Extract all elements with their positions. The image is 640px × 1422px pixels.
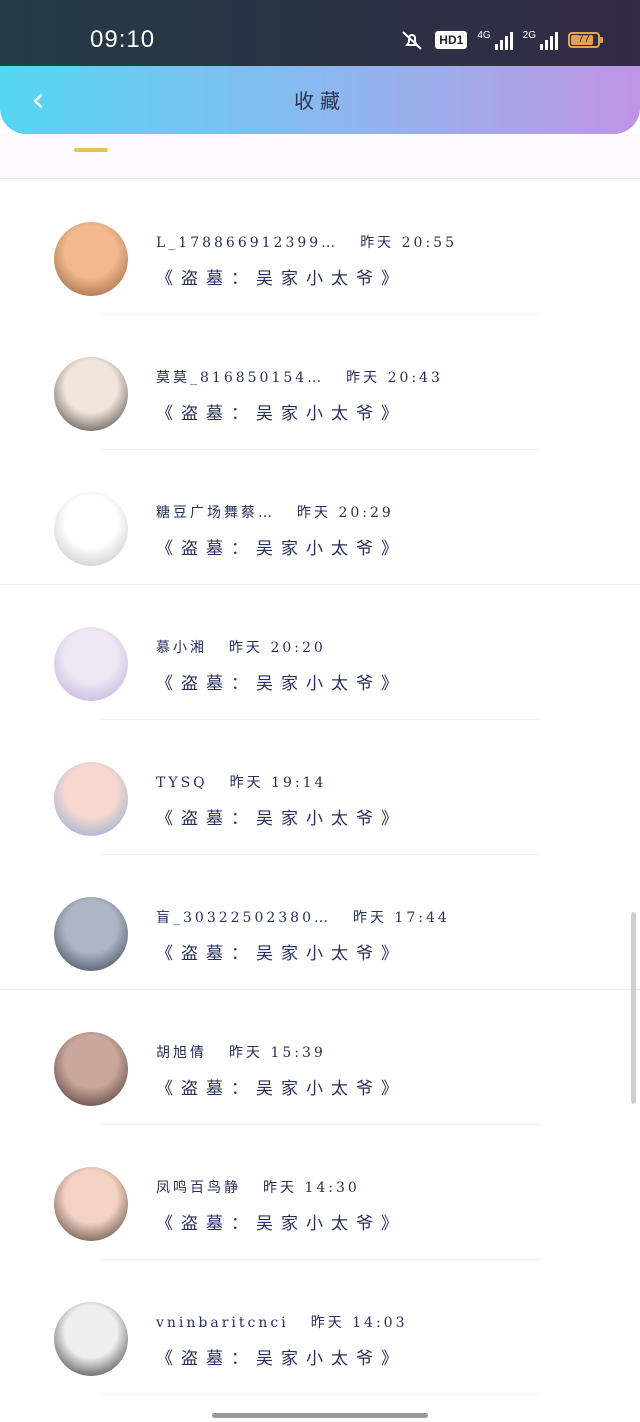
book-title: 《盗墓：吴家小太爷》 [156,539,406,559]
timestamp: 昨天 15:39 [229,1045,326,1061]
signal-icon-1: 4G [477,30,513,50]
scrollbar[interactable] [631,912,636,1104]
timestamp: 昨天 14:30 [263,1180,360,1196]
timestamp: 昨天 17:44 [352,910,450,926]
item-meta: 莫莫_816850154… 昨天 20:43 [156,367,443,387]
list-item[interactable]: L_17886691​2399… 昨天 20:55 《盗墓：吴家小太爷》 [0,180,640,315]
list-item[interactable]: 糖豆广场舞蔡… 昨天 20:29 《盗墓：吴家小太爷》 [0,450,640,585]
user-name: vninbaritcnci [156,1315,289,1331]
book-title: 《盗墓：吴家小太爷》 [156,1214,406,1234]
avatar[interactable] [54,222,128,296]
home-indicator[interactable] [212,1413,428,1418]
book-title: 《盗墓：吴家小太爷》 [156,1079,406,1099]
timestamp: 昨天 20:29 [297,505,394,521]
list-item[interactable]: 胡旭倩 昨天 15:39 《盗墓：吴家小太爷》 [0,990,640,1125]
book-title: 《盗墓：吴家小太爷》 [156,269,406,289]
status-icons: HD1 4G 2G 77 [399,28,603,52]
user-name: 盲_30322502380… [156,910,331,926]
item-meta: 慕小湘 昨天 20:20 [156,637,326,657]
header-bar: ‹ 收藏 [0,66,640,134]
mute-bell-icon [402,31,422,50]
timestamp: 昨天 14:03 [310,1315,408,1331]
signal-icon-2: 2G [523,30,558,50]
user-name: TYSQ [156,775,208,791]
item-meta: 凤鸣百鸟静 昨天 14:30 [156,1177,360,1197]
user-name: 莫莫_816850154… [156,370,325,386]
favorites-list: L_17886691​2399… 昨天 20:55 《盗墓：吴家小太爷》 莫莫_816… [0,180,640,1395]
timestamp: 昨天 19:14 [229,775,327,791]
item-meta: 糖豆广场舞蔡… 昨天 20:29 [156,502,394,522]
status-time: 09:10 [90,26,156,53]
item-meta: 盲_30322502380… 昨天 17:44 [156,907,450,927]
avatar[interactable] [54,627,128,701]
list-item[interactable]: 凤鸣百鸟静 昨天 14:30 《盗墓：吴家小太爷》 [0,1125,640,1260]
page-title: 收藏 [294,89,346,113]
item-meta: 胡旭倩 昨天 15:39 [156,1042,326,1062]
list-item[interactable]: vninbaritcnci 昨天 14:03 《盗墓：吴家小太爷》 [0,1260,640,1395]
battery-level: 77 [577,33,591,45]
book-title: 《盗墓：吴家小太爷》 [156,404,406,424]
list-item[interactable]: 慕小湘 昨天 20:20 《盗墓：吴家小太爷》 [0,585,640,720]
book-title: 《盗墓：吴家小太爷》 [156,674,406,694]
list-item[interactable]: 莫莫_816850154… 昨天 20:43 《盗墓：吴家小太爷》 [0,315,640,450]
user-name: 糖豆广场舞蔡… [156,505,275,521]
battery-icon: 77 [568,32,603,48]
user-name: 凤鸣百鸟静 [156,1180,241,1196]
divider [100,1394,540,1395]
timestamp: 昨天 20:55 [360,235,457,251]
avatar[interactable] [54,1167,128,1241]
user-name: 胡旭倩 [156,1045,207,1061]
list-item[interactable]: TYSQ 昨天 19:14 《盗墓：吴家小太爷》 [0,720,640,855]
avatar[interactable] [54,1302,128,1376]
status-bar: 09:10 HD1 4G 2G 77 [0,0,640,66]
timestamp: 昨天 20:43 [346,370,443,386]
favorites-screen: 09:10 HD1 4G 2G 77 ‹ 收藏 L_ [0,0,640,1422]
book-title: 《盗墓：吴家小太爷》 [156,809,406,829]
avatar[interactable] [54,897,128,971]
list-item[interactable]: 盲_30322502380… 昨天 17:44 《盗墓：吴家小太爷》 [0,855,640,990]
book-title: 《盗墓：吴家小太爷》 [156,944,406,964]
book-title: 《盗墓：吴家小太爷》 [156,1349,406,1369]
item-meta: L_17886691​2399… 昨天 20:55 [156,232,457,252]
hd-badge: HD1 [435,31,468,49]
avatar[interactable] [54,492,128,566]
avatar[interactable] [54,357,128,431]
avatar[interactable] [54,1032,128,1106]
item-meta: TYSQ 昨天 19:14 [156,772,326,792]
timestamp: 昨天 20:20 [229,640,326,656]
item-meta: vninbaritcnci 昨天 14:03 [156,1312,408,1332]
partial-avatar [74,148,108,152]
user-name: 慕小湘 [156,640,207,656]
user-name: L_17886691​2399… [156,235,339,251]
avatar[interactable] [54,762,128,836]
partial-list-item [0,134,640,179]
